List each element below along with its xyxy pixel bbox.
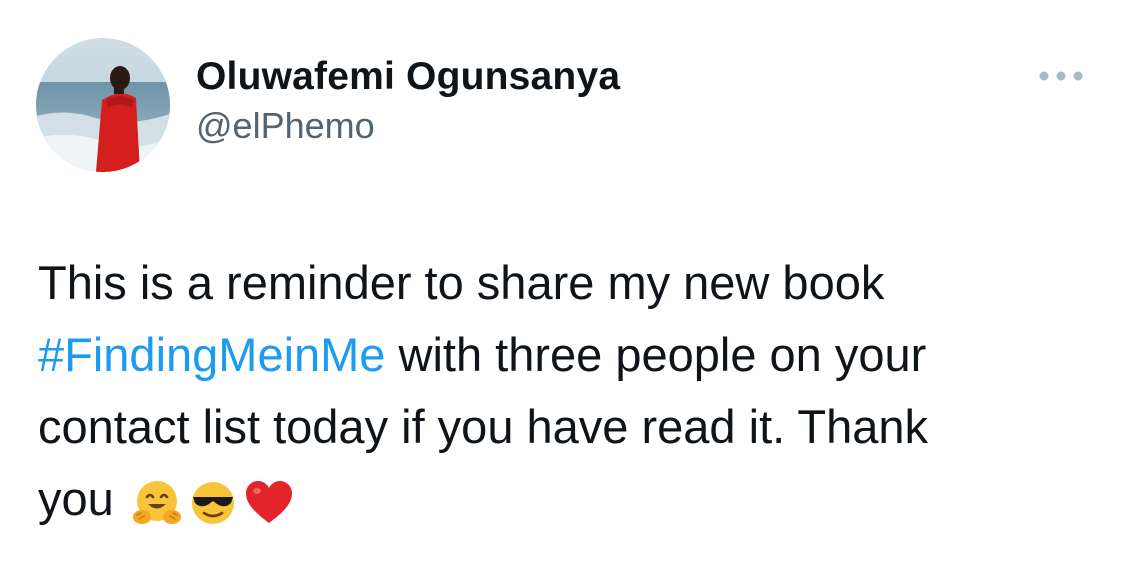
hugging-face-icon [131,477,183,529]
tweet-card: Oluwafemi Ogunsanya @elPhemo This is a r… [0,0,1125,568]
more-options-button[interactable] [1033,58,1089,94]
tweet-text-line-2-rest: with three people on your [385,328,927,381]
avatar-photo-icon [36,38,170,172]
tweet-text-line-1: This is a reminder to share my new book [38,256,885,309]
sunglasses-face-icon [187,477,239,529]
tweet-text: This is a reminder to share my new book … [38,247,1078,535]
tweet-text-line-4: you [38,463,1078,535]
author-identity: Oluwafemi Ogunsanya @elPhemo [196,54,620,148]
more-options-icon [1039,71,1083,81]
tweet-text-line-4-word: you [38,472,127,525]
red-heart-icon [243,477,295,529]
tweet-text-line-3: contact list today if you have read it. … [38,400,929,453]
hashtag-link[interactable]: #FindingMeinMe [38,328,385,381]
tweet-text-line-2: #FindingMeinMe with three people on your [38,319,1078,391]
author-display-name[interactable]: Oluwafemi Ogunsanya [196,54,620,100]
avatar[interactable] [36,38,170,172]
author-handle[interactable]: @elPhemo [196,104,620,148]
